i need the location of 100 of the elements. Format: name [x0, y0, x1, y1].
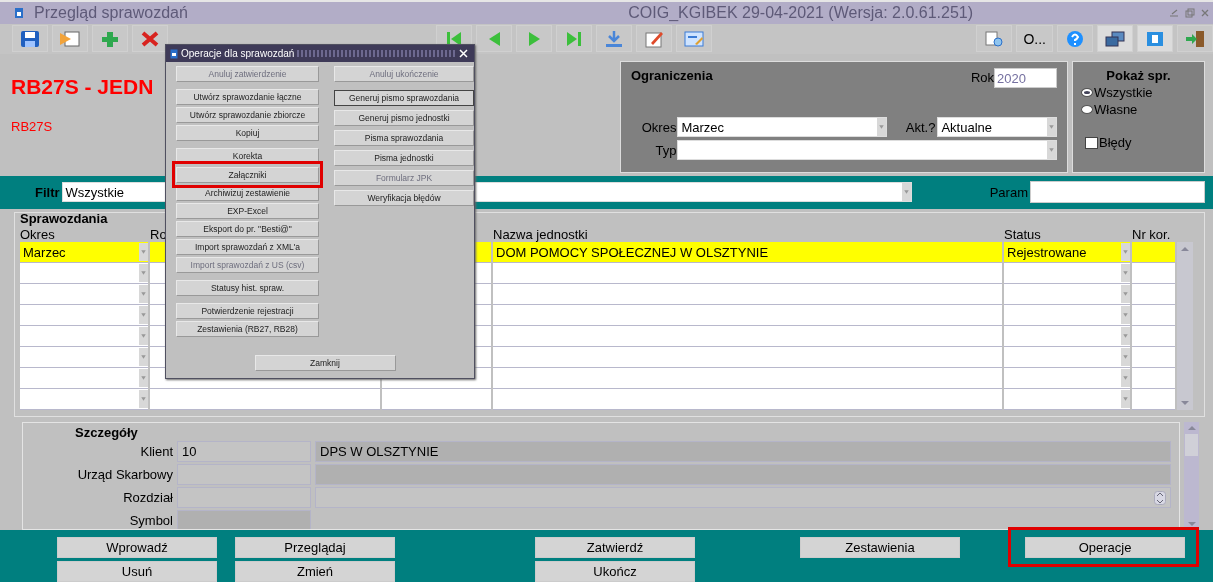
- download-icon: [603, 28, 625, 49]
- close-button[interactable]: Zamknij: [254, 355, 396, 371]
- dropdown-field[interactable]: Marzec: [20, 242, 148, 264]
- form-button[interactable]: [676, 25, 712, 53]
- param-field[interactable]: [1030, 181, 1205, 204]
- dropdown-field[interactable]: [1004, 347, 1130, 369]
- dialog-button[interactable]: Statusy hist. spraw.: [176, 280, 319, 296]
- dialog-button[interactable]: Potwierdzenie rejestracji: [176, 303, 319, 319]
- dropdown-field[interactable]: [1004, 263, 1130, 285]
- form-code: RB27S: [11, 119, 53, 135]
- column-header: Okres: [20, 227, 56, 243]
- dialog-button[interactable]: Eksport do pr. "Besti@": [176, 221, 319, 237]
- dropdown-field[interactable]: Rejestrowane: [1004, 242, 1130, 264]
- dropdown-field[interactable]: [1004, 389, 1130, 411]
- dialog-button[interactable]: Import sprawozdań z XML'a: [176, 239, 319, 255]
- spinner-field[interactable]: [315, 487, 1171, 508]
- dropdown-field[interactable]: [1004, 284, 1130, 306]
- scroll-up-icon[interactable]: [1179, 245, 1191, 254]
- save-button[interactable]: [12, 25, 48, 53]
- minimize-icon[interactable]: [1169, 7, 1179, 18]
- options-button[interactable]: O...: [1016, 25, 1053, 53]
- scroll-down-icon[interactable]: [1179, 399, 1191, 408]
- action-button[interactable]: Wprowadź: [57, 537, 217, 558]
- dropdown-field[interactable]: [20, 347, 148, 369]
- delete-button[interactable]: [132, 25, 168, 53]
- exit-icon: [1184, 28, 1206, 49]
- form-icon: [683, 28, 705, 49]
- action-button[interactable]: Zatwierdź: [535, 537, 695, 558]
- action-button[interactable]: Przeglądaj: [235, 537, 395, 558]
- dropdown-field[interactable]: [20, 326, 148, 348]
- dialog-button[interactable]: Utwórz sprawozdanie zbiorcze: [176, 107, 319, 123]
- field-label: Okres: [640, 119, 677, 135]
- panel-title: Pokaż spr.: [1105, 68, 1172, 84]
- panel-title: Ograniczenia: [631, 68, 713, 84]
- action-button[interactable]: Zestawienia: [800, 537, 960, 558]
- status-dropdown[interactable]: Aktualne: [937, 117, 1057, 138]
- dialog-button[interactable]: EXP-Excel: [176, 203, 319, 219]
- next-button[interactable]: [516, 25, 552, 53]
- column-header: Nazwa jednostki: [493, 227, 589, 243]
- field-label: Akt.?: [905, 119, 936, 135]
- code-field: 10: [177, 441, 311, 462]
- errors-checkbox[interactable]: Błędy: [1085, 135, 1196, 151]
- dialog-button[interactable]: Pisma jednostki: [334, 150, 474, 166]
- section-title: Szczegóły: [75, 425, 139, 440]
- scroll-thumb[interactable]: [1185, 434, 1198, 456]
- last-button[interactable]: [556, 25, 592, 53]
- dialog-button[interactable]: Utwórz sprawozdanie łączne: [176, 89, 319, 105]
- column-header: Status: [1004, 227, 1042, 243]
- year-field[interactable]: 2020: [994, 68, 1057, 89]
- field-label: Rozdział: [122, 490, 173, 505]
- dropdown-field[interactable]: [20, 305, 148, 327]
- app-icon: [170, 48, 178, 59]
- dialog-button[interactable]: Zestawienia (RB27, RB28): [176, 321, 319, 337]
- dropdown-field[interactable]: [20, 263, 148, 285]
- table-cell: [1132, 305, 1175, 327]
- dialog-button[interactable]: Weryfikacja błędów: [334, 190, 474, 206]
- import-button[interactable]: [52, 25, 88, 53]
- dropdown-field[interactable]: [1004, 368, 1130, 390]
- dropdown-field[interactable]: [1004, 305, 1130, 327]
- dropdown-field[interactable]: [20, 389, 148, 411]
- dropdown-field[interactable]: [20, 368, 148, 390]
- radio-option[interactable]: Wszystkie: [1081, 85, 1196, 101]
- close-icon[interactable]: [459, 49, 468, 58]
- table-cell: [1132, 284, 1175, 306]
- dropdown-field[interactable]: [1004, 326, 1130, 348]
- table-cell: DOM POMOCY SPOŁECZNEJ W OLSZTYNIE: [493, 242, 1002, 264]
- app-icon: [14, 6, 24, 19]
- spinner-icon[interactable]: [1154, 490, 1166, 505]
- action-button[interactable]: Operacje: [1025, 537, 1185, 558]
- exit-button[interactable]: [1177, 25, 1213, 53]
- dropdown-field[interactable]: [20, 284, 148, 306]
- form-title: RB27S - JEDN: [11, 75, 154, 100]
- restore-icon[interactable]: [1185, 7, 1195, 18]
- edit-button[interactable]: [636, 25, 672, 53]
- dialog-button[interactable]: Załączniki: [176, 167, 319, 183]
- field-label: Typ: [654, 142, 677, 158]
- period-dropdown[interactable]: Marzec: [677, 117, 887, 138]
- table-cell: [1132, 326, 1175, 348]
- field-label: Filtr: [35, 184, 60, 200]
- import-icon: [59, 28, 81, 49]
- action-button[interactable]: Zmień: [235, 561, 395, 582]
- field-label: Param: [989, 184, 1028, 200]
- windows-button[interactable]: [1097, 25, 1133, 53]
- table-cell: [1132, 368, 1175, 390]
- dialog-button[interactable]: Pisma sprawozdania: [334, 130, 474, 146]
- dialog-button[interactable]: Generuj pismo jednostki: [334, 110, 474, 126]
- type-dropdown[interactable]: [677, 140, 1057, 161]
- column-header: Nr kor.: [1132, 227, 1172, 243]
- dialog-button[interactable]: Kopiuj: [176, 125, 319, 141]
- radio-option[interactable]: Własne: [1081, 102, 1196, 118]
- scrollbar[interactable]: [1177, 242, 1193, 411]
- save-icon: [19, 28, 41, 49]
- action-button[interactable]: Ukończ: [535, 561, 695, 582]
- help-button[interactable]: [1057, 25, 1093, 53]
- download-button[interactable]: [596, 25, 632, 53]
- dialog-button[interactable]: Generuj pismo sprawozdania: [334, 90, 474, 106]
- find-document-button[interactable]: [976, 25, 1013, 53]
- action-button[interactable]: Usuń: [57, 561, 217, 582]
- scrollbar[interactable]: [1184, 422, 1199, 530]
- window-title: Przegląd sprawozdań: [34, 3, 188, 22]
